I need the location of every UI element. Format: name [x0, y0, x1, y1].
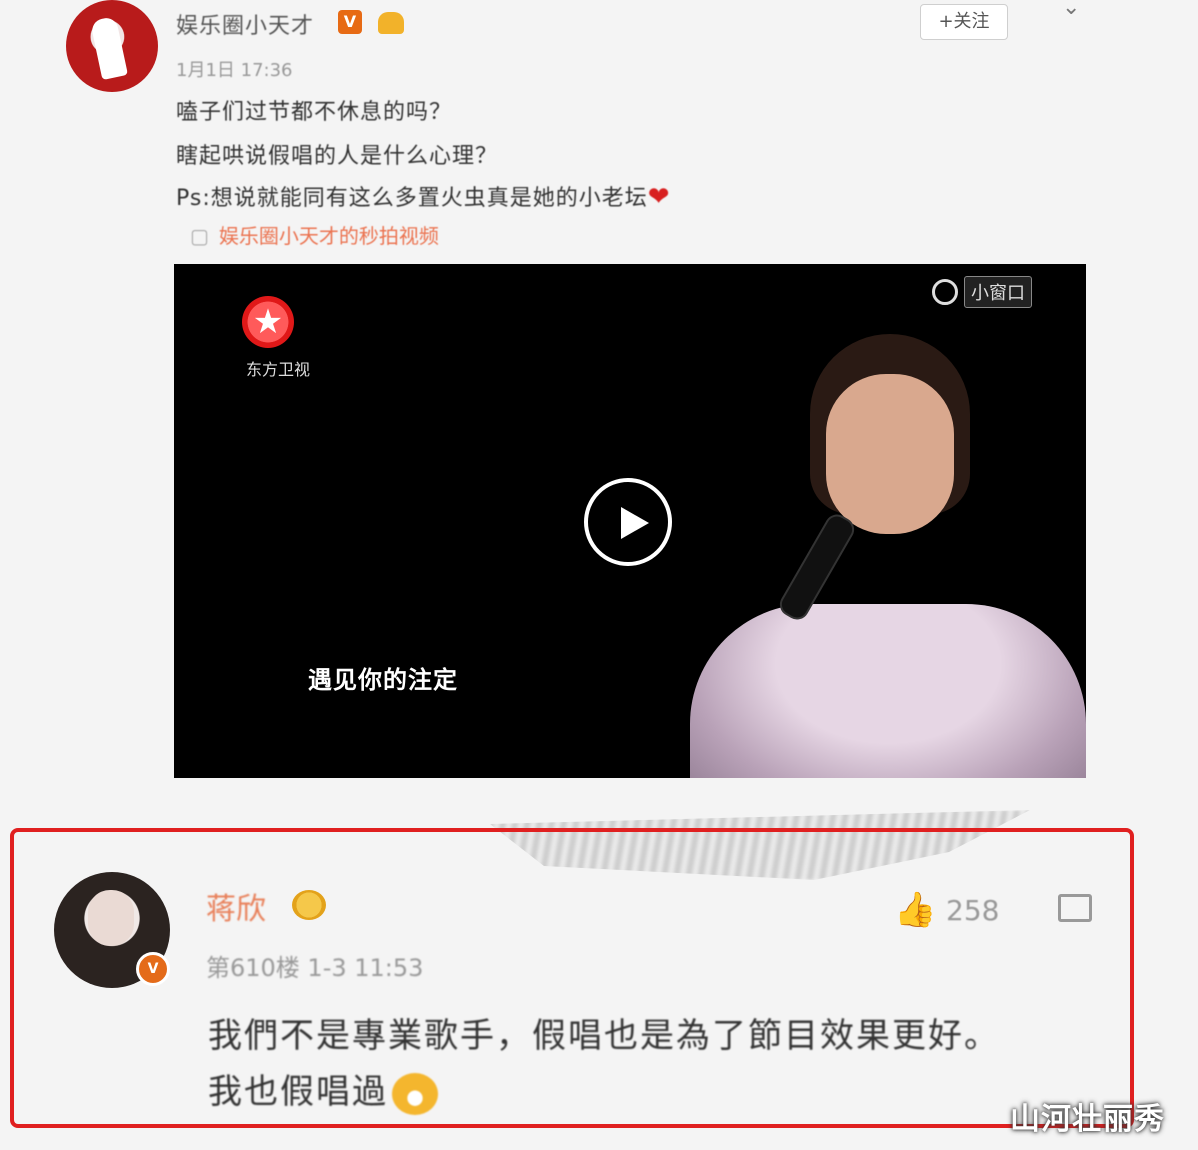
laughing-emoji-icon — [392, 1072, 438, 1115]
post-text-line-1: 嗑子们过节都不休息的吗？ — [176, 100, 453, 125]
heart-icon: ❤ — [647, 182, 671, 212]
vip-badge-icon: V — [136, 952, 170, 986]
pip-button[interactable]: 小窗口 — [932, 276, 1068, 310]
comment-text-line-2-text: 我也假唱過 — [208, 1072, 388, 1112]
watermark: 山河壮丽秀 — [1010, 1102, 1165, 1137]
pip-label: 小窗口 — [964, 276, 1032, 308]
crown-badge-icon — [378, 12, 404, 34]
verified-badge-icon: V — [338, 10, 362, 34]
post-timestamp: 1月1日 17:36 — [176, 60, 293, 81]
author-avatar[interactable] — [66, 0, 158, 92]
post-text-line-3: Ps:想说就能同有这么多置火虫真是她的小老坛❤ — [176, 180, 671, 212]
post-text-line-3-text: Ps:想说就能同有这么多置火虫真是她的小老坛 — [176, 186, 648, 211]
comment-meta: 第610楼 1-3 11:53 — [206, 954, 424, 982]
singer-image — [690, 334, 1086, 778]
highlighted-comment-box — [10, 828, 1134, 1128]
post-text-line-2: 瞎起哄说假唱的人是什么心理？ — [176, 144, 499, 169]
pip-icon — [932, 279, 958, 305]
video-player[interactable]: ★ 东方卫视 小窗口 遇见你的注定 — [174, 264, 1086, 778]
comment-text-line-2: 我也假唱過 — [208, 1064, 438, 1115]
channel-name: 东方卫视 — [246, 360, 311, 379]
play-icon[interactable] — [584, 478, 672, 566]
reply-icon[interactable] — [1058, 894, 1092, 922]
video-link[interactable]: ▢ 娱乐圈小天才的秒拍视频 — [190, 220, 439, 249]
weibo-post: 娱乐圈小天才 V +关注 ⌄ 1月1日 17:36 嗑子们过节都不休息的吗？ 瞎… — [0, 0, 1198, 800]
medal-icon — [292, 890, 326, 920]
video-subtitle: 遇见你的注定 — [308, 666, 458, 694]
chevron-down-icon[interactable]: ⌄ — [1062, 0, 1082, 20]
like-count: 258 — [946, 894, 1000, 927]
like-icon[interactable]: 👍 — [894, 892, 936, 928]
channel-logo-icon: ★ — [242, 296, 294, 348]
video-link-icon: ▢ — [190, 224, 209, 248]
commenter-name[interactable]: 蒋欣 — [206, 884, 266, 928]
video-link-text: 娱乐圈小天才的秒拍视频 — [218, 224, 439, 248]
follow-button[interactable]: +关注 — [920, 4, 1008, 40]
comment-text-line-1: 我們不是專業歌手，假唱也是為了節目效果更好。 — [208, 1016, 1000, 1056]
author-name[interactable]: 娱乐圈小天才 — [176, 8, 314, 40]
